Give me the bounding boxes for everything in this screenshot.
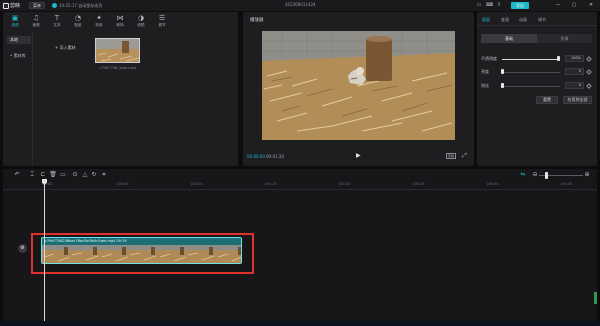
ruler-tick: |00:10 bbox=[191, 182, 203, 186]
filter-icon: ◑ bbox=[137, 14, 145, 22]
freeze-icon[interactable]: ▭ bbox=[59, 171, 67, 179]
shortcut-icon[interactable]: ⌨ bbox=[486, 2, 493, 8]
save-status-icon bbox=[52, 3, 57, 8]
tab-speed[interactable]: 变速 bbox=[501, 17, 509, 23]
delete-icon[interactable]: 🗑 bbox=[49, 171, 57, 179]
minimize-icon[interactable]: — bbox=[552, 1, 564, 10]
fullscreen-icon[interactable]: ⤢ bbox=[462, 152, 469, 159]
ruler-tick: |00:35 bbox=[561, 182, 573, 186]
ruler-tick: |00:20 bbox=[339, 182, 351, 186]
nav-item-local[interactable]: 本地 bbox=[7, 36, 31, 44]
document-title: 202306011424 bbox=[285, 2, 316, 7]
rotate-icon[interactable]: ↻ bbox=[90, 171, 98, 179]
export-button[interactable]: 导出 bbox=[511, 2, 529, 9]
audio-icon: ♫ bbox=[32, 14, 40, 22]
player-title: 播放器 bbox=[250, 18, 264, 23]
opacity-label: 不透明度 bbox=[481, 56, 497, 61]
zoom-slider-knob[interactable] bbox=[545, 172, 548, 179]
tool-adjust[interactable]: ☰ 调节 bbox=[152, 14, 172, 30]
segment-keying[interactable]: 抠像 bbox=[537, 34, 592, 43]
brightness-label: 亮度 bbox=[481, 69, 489, 74]
ruler-tick: |00:30 bbox=[487, 182, 499, 186]
media-nav: 本地 • 素材库 bbox=[4, 32, 33, 166]
sharpen-slider[interactable] bbox=[502, 86, 560, 87]
title-bar: 剪映 菜单 14:25:17 自动保存成功 202306011424 ▭ ⌨ ⇪… bbox=[0, 0, 600, 11]
video-icon: ▣ bbox=[11, 14, 19, 22]
tab-adjust[interactable]: 调节 bbox=[538, 17, 546, 23]
zoom-out-icon[interactable]: ⊖ bbox=[531, 171, 539, 179]
aspect-ratio-button[interactable]: 原始 bbox=[446, 153, 456, 159]
media-panel bbox=[3, 12, 238, 166]
mirror-icon[interactable]: △ bbox=[81, 171, 89, 179]
tab-divider bbox=[477, 25, 597, 26]
tool-video[interactable]: ▣ 视频 bbox=[5, 14, 25, 30]
sharpen-slider-knob[interactable] bbox=[501, 83, 504, 88]
opacity-slider[interactable] bbox=[502, 59, 560, 60]
tool-transition[interactable]: ⋈ 转场 bbox=[110, 14, 130, 30]
media-file-name: c79b7746_5wei.mp4 bbox=[99, 66, 137, 70]
ruler-tick: |00:25 bbox=[413, 182, 425, 186]
media-toolbar: ▣ 视频 ♫ 音频 T 文本 ◔ 贴纸 ✦ 特效 ⋈ 转场 ◑ 滤镜 ☰ 调节 bbox=[3, 12, 238, 31]
opacity-value[interactable]: 100% bbox=[565, 55, 584, 62]
brightness-slider-knob[interactable] bbox=[501, 69, 504, 74]
transition-icon: ⋈ bbox=[116, 14, 124, 22]
import-button[interactable]: + 导入素材 bbox=[55, 45, 76, 51]
video-preview bbox=[262, 31, 455, 140]
track-settings-icon[interactable]: ⚙ bbox=[18, 244, 27, 253]
save-status: 14:25:17 自动保存成功 bbox=[59, 3, 103, 8]
menu-button[interactable]: 菜单 bbox=[29, 2, 45, 9]
sharpen-value[interactable]: 0 bbox=[565, 82, 584, 89]
timeline-ruler bbox=[3, 189, 597, 190]
apply-all-button[interactable]: 应用到全部 bbox=[563, 96, 592, 104]
reset-button[interactable]: 重置 bbox=[536, 96, 558, 104]
brightness-slider[interactable] bbox=[502, 72, 560, 73]
close-icon[interactable]: ✕ bbox=[585, 1, 597, 10]
crop-icon[interactable]: ⌗ bbox=[100, 171, 108, 179]
effects-icon: ✦ bbox=[96, 14, 102, 22]
tool-effects[interactable]: ✦ 特效 bbox=[89, 14, 109, 30]
tab-animation[interactable]: 动画 bbox=[519, 17, 527, 23]
tool-text[interactable]: T 文本 bbox=[47, 14, 67, 30]
opacity-slider-knob[interactable] bbox=[557, 56, 560, 61]
current-time: 00:00:00 bbox=[247, 154, 265, 159]
share-icon[interactable]: ⇪ bbox=[496, 2, 502, 8]
sticker-icon: ◔ bbox=[74, 14, 82, 22]
preview-image bbox=[262, 31, 455, 140]
text-icon: T bbox=[54, 14, 60, 22]
maximize-icon[interactable]: ▢ bbox=[568, 1, 580, 10]
adjust-icon: ☰ bbox=[158, 14, 166, 22]
playhead[interactable] bbox=[44, 181, 45, 321]
tool-filter[interactable]: ◑ 滤镜 bbox=[131, 14, 151, 30]
duration: 00:01:20 bbox=[266, 154, 284, 159]
ruler-tick: |00:05 bbox=[117, 182, 129, 186]
sharpen-label: 锐化 bbox=[481, 83, 489, 88]
segment-basic[interactable]: 基础 bbox=[481, 34, 537, 43]
layout-icon[interactable]: ▭ bbox=[476, 2, 482, 8]
snap-icon[interactable]: ⇋ bbox=[519, 171, 527, 179]
ruler-tick: |00:15 bbox=[265, 182, 277, 186]
nav-item-library[interactable]: • 素材库 bbox=[7, 52, 31, 60]
split-left-icon[interactable]: ⊏ bbox=[39, 171, 47, 179]
app-name: 剪映 bbox=[10, 3, 21, 9]
undo-icon[interactable]: ↶ bbox=[13, 171, 21, 179]
zoom-in-icon[interactable]: ⊕ bbox=[583, 171, 591, 179]
brightness-value[interactable]: 0 bbox=[565, 68, 584, 75]
tool-audio[interactable]: ♫ 音频 bbox=[26, 14, 46, 30]
thumbnail-image bbox=[96, 39, 139, 62]
tab-picture[interactable]: 画面 bbox=[482, 17, 490, 23]
plus-icon: + bbox=[55, 45, 59, 50]
timeline-scrollbar[interactable] bbox=[594, 292, 597, 304]
play-icon[interactable]: ▶ bbox=[356, 152, 362, 159]
app-logo-icon bbox=[2, 2, 9, 9]
tool-sticker[interactable]: ◔ 贴纸 bbox=[68, 14, 88, 30]
reverse-icon[interactable]: ⊙ bbox=[71, 171, 79, 179]
os-taskbar bbox=[0, 321, 600, 326]
media-thumbnail[interactable] bbox=[95, 38, 140, 63]
timeline-toolbar: ↶ ⌶ ⊏ 🗑 ▭ ⊙ △ ↻ ⌗ ⇋ ⊖ ⊕ bbox=[3, 170, 597, 181]
highlight-box bbox=[31, 233, 254, 274]
split-icon[interactable]: ⌶ bbox=[28, 171, 36, 179]
import-label: 导入素材 bbox=[59, 45, 76, 50]
